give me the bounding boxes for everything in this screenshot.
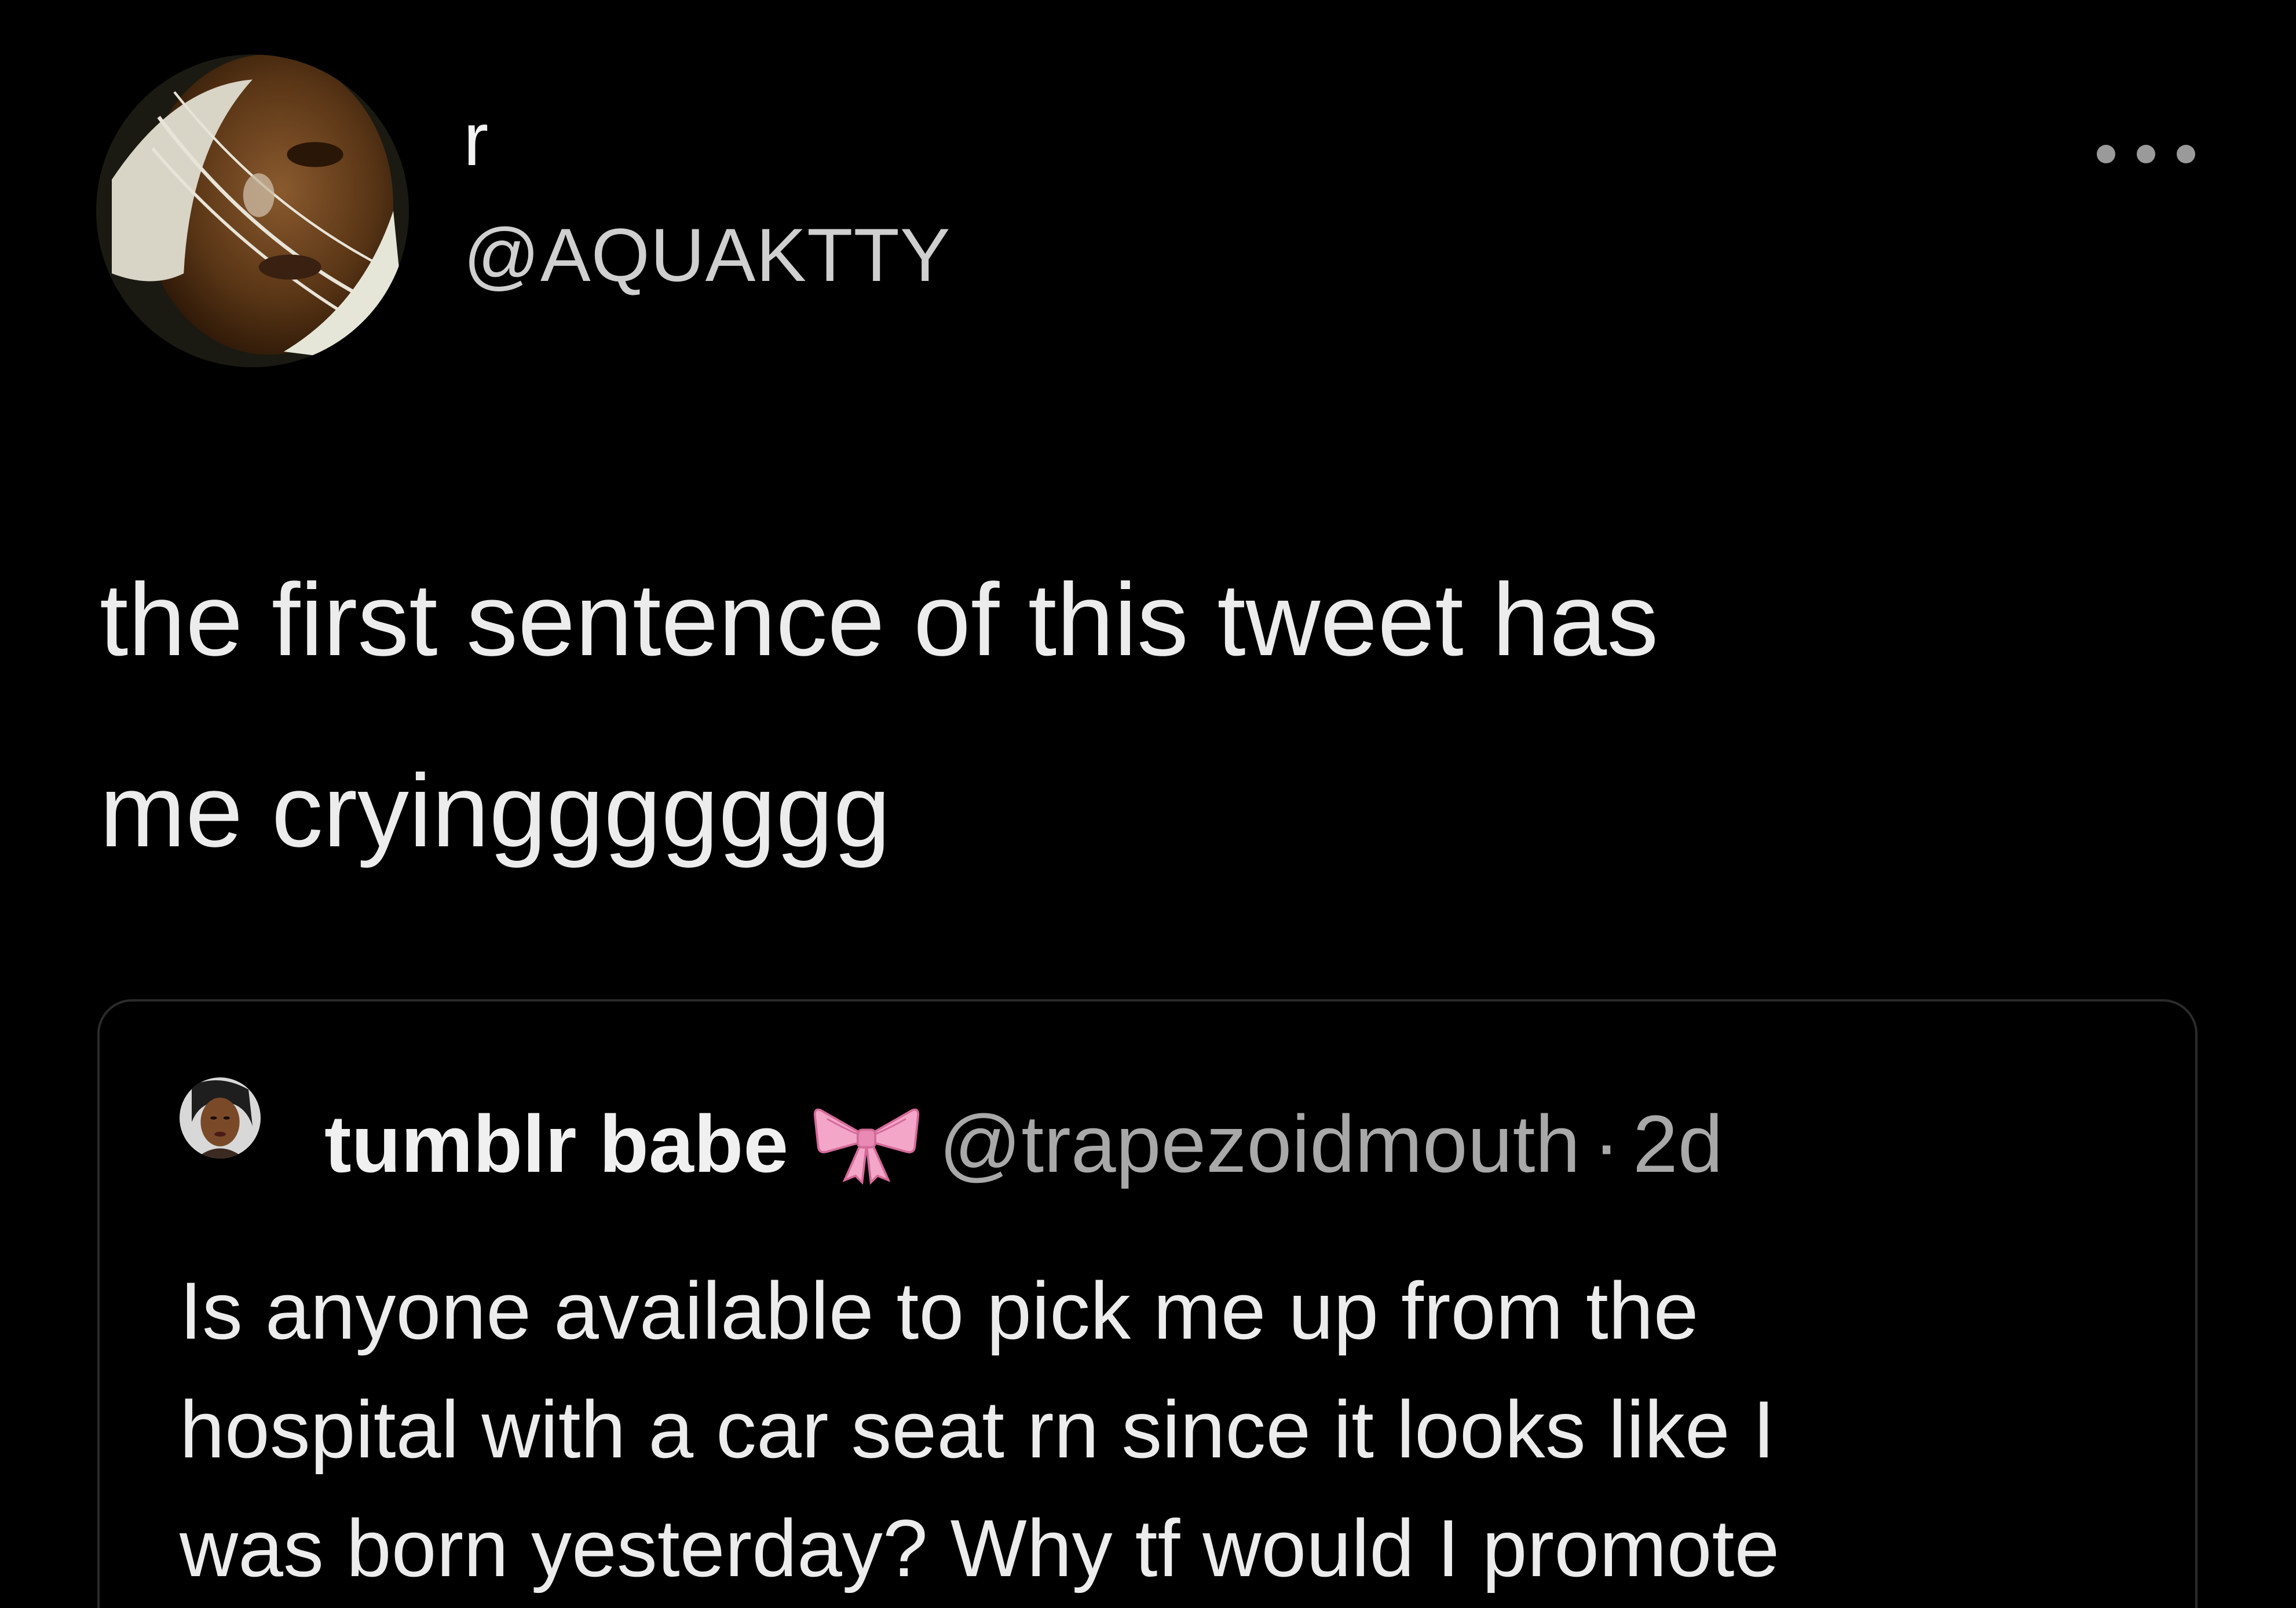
header-separator: ·: [1593, 1098, 1620, 1189]
more-dot: [2177, 145, 2195, 163]
quoted-text-line: Is anyone available to pick me up from t…: [180, 1265, 1699, 1356]
quoted-author-avatar[interactable]: [180, 1077, 261, 1159]
tweet-text: the first sentence of this tweet has me …: [100, 524, 2162, 907]
author-handle[interactable]: @AQUAKTTY: [463, 217, 951, 293]
tweet: r @AQUAKTTY the first sentence of this t…: [0, 0, 2296, 1608]
more-horizontal-icon[interactable]: [2097, 142, 2195, 166]
quoted-tweet-header: tumblr babe @trapezoidmouth · 2d: [324, 1095, 1723, 1193]
quoted-text-line: was born yesterday? Why tf would I promo…: [180, 1503, 1780, 1594]
quoted-text-line: hospital with a car seat rn since it loo…: [180, 1384, 1775, 1475]
author-avatar[interactable]: [96, 54, 409, 367]
more-dot: [2137, 145, 2155, 163]
author-display-name[interactable]: r: [463, 101, 488, 177]
quoted-author-name[interactable]: tumblr babe: [324, 1097, 788, 1191]
avatar-image: [96, 54, 409, 367]
quoted-tweet-timestamp[interactable]: 2d: [1633, 1097, 1723, 1191]
more-dot: [2097, 145, 2115, 163]
quoted-avatar-image: [180, 1077, 261, 1159]
quoted-author-handle[interactable]: @trapezoidmouth: [939, 1097, 1580, 1191]
tweet-text-line: the first sentence of this tweet has: [100, 562, 1659, 677]
tweet-text-line: me cryinggggggg: [100, 753, 891, 868]
quoted-tweet-text: Is anyone available to pick me up from t…: [180, 1251, 2160, 1607]
pink-bow-icon: [811, 1103, 922, 1185]
